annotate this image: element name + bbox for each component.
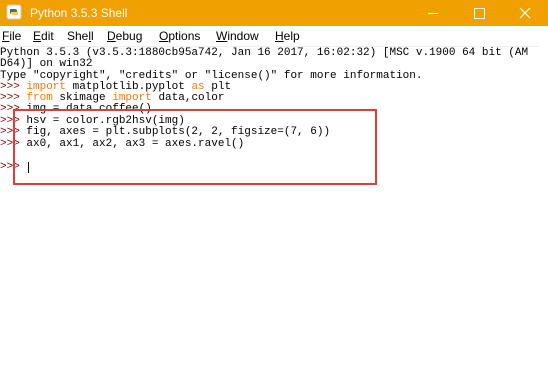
menu-options-mnemonic: O xyxy=(159,29,169,43)
highlight-rectangle xyxy=(13,109,377,185)
menu-window-mnemonic: W xyxy=(216,29,228,43)
menu-help[interactable]: Help xyxy=(275,26,300,46)
menu-file-label: ile xyxy=(9,29,22,43)
maximize-icon xyxy=(473,7,485,19)
menu-edit-mnemonic: E xyxy=(33,29,42,43)
banner-line-2: D64)] on win32 xyxy=(0,58,93,70)
menu-debug-mnemonic: D xyxy=(107,29,116,43)
menu-shell[interactable]: Shell xyxy=(67,26,94,46)
menu-window-label: indow xyxy=(227,29,259,43)
menu-bar: File Edit Shell Debug Options Window Hel… xyxy=(0,26,548,46)
minimize-icon xyxy=(428,12,438,14)
title-bar[interactable]: Python 3.5.3 Shell xyxy=(0,0,548,26)
code-text: data,color xyxy=(151,92,225,104)
python-icon xyxy=(6,4,22,20)
maximize-button[interactable] xyxy=(456,0,502,26)
menu-options-label: ptions xyxy=(168,29,201,43)
menu-file[interactable]: File xyxy=(2,26,21,46)
vertical-scrollbar[interactable] xyxy=(539,46,548,383)
close-icon xyxy=(519,7,531,19)
menu-options[interactable]: Options xyxy=(159,26,200,46)
close-button[interactable] xyxy=(502,0,548,26)
menu-shell-label-start: She xyxy=(67,29,89,43)
menu-debug[interactable]: Debug xyxy=(107,26,142,46)
menu-shell-label-end: l xyxy=(91,29,94,43)
menu-help-label: elp xyxy=(283,29,300,43)
menu-window[interactable]: Window xyxy=(216,26,259,46)
menu-debug-label: ebug xyxy=(115,29,143,43)
menu-help-mnemonic: H xyxy=(275,29,284,43)
minimize-button[interactable] xyxy=(410,0,456,26)
menu-edit-label: dit xyxy=(41,29,54,43)
shell-text-area[interactable]: Python 3.5.3 (v3.5.3:1880cb95a742, Jan 1… xyxy=(0,46,548,383)
menu-edit[interactable]: Edit xyxy=(33,26,54,46)
window-title: Python 3.5.3 Shell xyxy=(30,6,128,20)
